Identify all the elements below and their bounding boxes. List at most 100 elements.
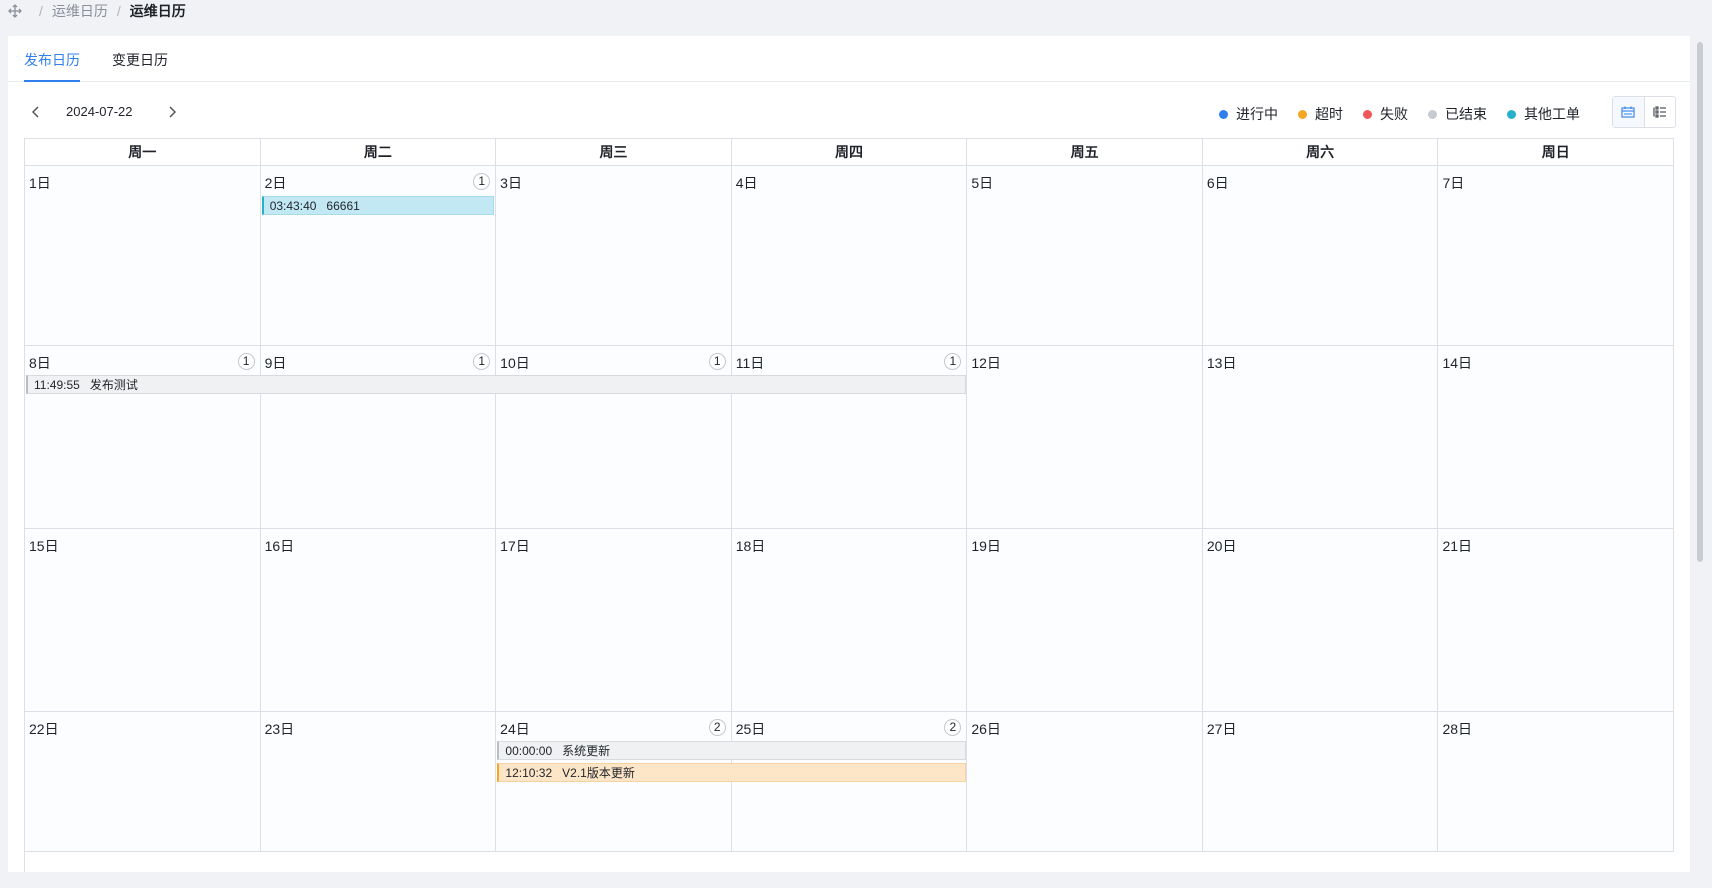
calendar-day[interactable]: 28日 <box>1438 712 1674 851</box>
calendar-day[interactable]: 21日 <box>1438 529 1674 711</box>
legend-dot-icon <box>1428 109 1437 119</box>
breadcrumb-separator: / <box>116 3 121 19</box>
day-number: 24日 <box>500 721 530 737</box>
day-number: 23日 <box>264 721 295 737</box>
event-count-badge[interactable]: 1 <box>708 353 726 370</box>
day-number: 21日 <box>1442 538 1473 554</box>
month-calendar: 周一 周二 周三 周四 周五 周六 周日 1日 2日 1 3日 4日 5日 6日 7日 03:43:40 66… <box>24 138 1674 872</box>
calendar-day[interactable]: 2日 1 <box>260 166 497 345</box>
status-legend: 进行中 超时 失败 已结束 其他工单 <box>1199 104 1580 124</box>
event-count-badge[interactable]: 1 <box>237 353 255 370</box>
calendar-event[interactable]: 00:00:00 系统更新 <box>497 741 966 760</box>
day-number: 13日 <box>1206 355 1237 371</box>
breadcrumb-item-parent[interactable]: 运维日历 <box>52 1 108 21</box>
day-number: 17日 <box>500 538 530 554</box>
day-number: 8日 <box>29 355 51 371</box>
event-title: 66661 <box>326 199 360 213</box>
next-month-button[interactable] <box>162 102 182 122</box>
calendar-day[interactable]: 3日 <box>496 166 732 345</box>
weekday-label: 周一 <box>25 139 261 166</box>
weekday-label: 周二 <box>260 139 497 166</box>
calendar-day[interactable]: 7日 <box>1438 166 1674 345</box>
calendar-event[interactable]: 12:10:32 V2.1版本更新 <box>497 763 966 782</box>
tab-publish-calendar[interactable]: 发布日历 <box>24 50 80 82</box>
calendar-day[interactable]: 5日 <box>967 166 1203 345</box>
event-count-badge[interactable]: 1 <box>473 353 491 370</box>
list-view-button[interactable] <box>1643 97 1676 127</box>
calendar-day[interactable]: 10日 1 <box>496 346 732 528</box>
event-count-badge[interactable]: 2 <box>708 719 726 736</box>
calendar-card: 发布日历 变更日历 2024-07-22 进行中 超时 失败 已结束 其他工单 周一 周二… <box>8 36 1690 872</box>
calendar-day[interactable]: 13日 <box>1202 346 1439 528</box>
legend-dot-icon <box>1219 109 1228 119</box>
calendar-day[interactable]: 22日 <box>25 712 261 851</box>
legend-dot-icon <box>1363 109 1372 119</box>
day-number: 15日 <box>29 538 59 554</box>
calendar-day[interactable]: 14日 <box>1438 346 1674 528</box>
day-number: 28日 <box>1442 721 1473 737</box>
legend-label: 失败 <box>1380 106 1408 122</box>
legend-label: 超时 <box>1315 106 1343 122</box>
calendar-week: 8日 1 9日 1 10日 1 11日 1 12日 13日 14日 11:49:55 发布测试 <box>25 346 1674 529</box>
event-title: 发布测试 <box>89 378 138 392</box>
day-number: 1日 <box>29 175 51 191</box>
chevron-left-icon <box>32 106 39 118</box>
calendar-day[interactable]: 6日 <box>1202 166 1439 345</box>
prev-month-button[interactable] <box>26 102 46 122</box>
chevron-right-icon <box>169 106 176 118</box>
breadcrumb-separator: / <box>39 3 43 19</box>
calendar-event[interactable]: 03:43:40 66661 <box>261 196 495 215</box>
legend-label: 已结束 <box>1445 106 1487 122</box>
calendar-day[interactable]: 20日 <box>1202 529 1439 711</box>
day-number: 18日 <box>735 538 766 554</box>
day-number: 14日 <box>1442 355 1473 371</box>
page-scrollbar[interactable] <box>1696 36 1704 872</box>
day-number: 25日 <box>735 721 766 737</box>
calendar-day[interactable]: 8日 1 <box>25 346 261 528</box>
day-number: 2日 <box>264 175 287 191</box>
calendar-day[interactable]: 17日 <box>496 529 732 711</box>
event-time: 11:49:55 <box>34 378 80 392</box>
event-time: 00:00:00 <box>505 744 553 758</box>
calendar-event[interactable]: 11:49:55 发布测试 <box>26 375 966 394</box>
calendar-day[interactable]: 23日 <box>260 712 497 851</box>
calendar-week: 15日 16日 17日 18日 19日 20日 21日 <box>25 529 1674 712</box>
event-count-badge[interactable]: 1 <box>944 353 962 370</box>
legend-item: 超时 <box>1298 104 1343 124</box>
calendar-day[interactable]: 11日 1 <box>731 346 968 528</box>
calendar-day[interactable]: 16日 <box>260 529 497 711</box>
calendar-view-button[interactable] <box>1613 97 1644 127</box>
day-number: 5日 <box>971 175 994 191</box>
legend-dot-icon <box>1507 109 1516 119</box>
event-time: 12:10:32 <box>505 766 553 780</box>
calendar-day[interactable]: 15日 <box>25 529 261 711</box>
event-count-badge[interactable]: 2 <box>944 719 962 736</box>
event-title: V2.1版本更新 <box>562 766 635 780</box>
legend-item: 已结束 <box>1428 104 1487 124</box>
tab-change-calendar[interactable]: 变更日历 <box>112 50 168 82</box>
calendar-day[interactable]: 9日 1 <box>260 346 497 528</box>
home-icon[interactable] <box>8 4 22 18</box>
breadcrumb: / 运维日历 / 运维日历 <box>8 0 186 22</box>
calendar-day[interactable]: 18日 <box>731 529 968 711</box>
calendar-day[interactable]: 27日 <box>1202 712 1439 851</box>
calendar-day[interactable]: 4日 <box>731 166 968 345</box>
day-number: 10日 <box>500 355 530 371</box>
calendar-day[interactable]: 19日 <box>967 529 1203 711</box>
day-number: 27日 <box>1206 721 1237 737</box>
current-date[interactable]: 2024-07-22 <box>66 104 133 119</box>
scrollbar-thumb[interactable] <box>1697 42 1703 562</box>
day-number: 19日 <box>971 538 1001 554</box>
legend-item: 其他工单 <box>1507 104 1580 124</box>
day-number: 12日 <box>971 355 1001 371</box>
calendar-toolbar: 2024-07-22 进行中 超时 失败 已结束 其他工单 <box>8 92 1690 134</box>
calendar-icon <box>1621 106 1635 118</box>
day-number: 9日 <box>264 355 287 371</box>
calendar-day[interactable]: 1日 <box>25 166 261 345</box>
calendar-day[interactable]: 26日 <box>967 712 1203 851</box>
weekday-label: 周四 <box>731 139 968 166</box>
calendar-day[interactable]: 12日 <box>967 346 1203 528</box>
tab-bar: 发布日历 变更日历 <box>8 36 1690 82</box>
event-count-badge[interactable]: 1 <box>473 173 491 190</box>
day-number: 7日 <box>1442 175 1465 191</box>
